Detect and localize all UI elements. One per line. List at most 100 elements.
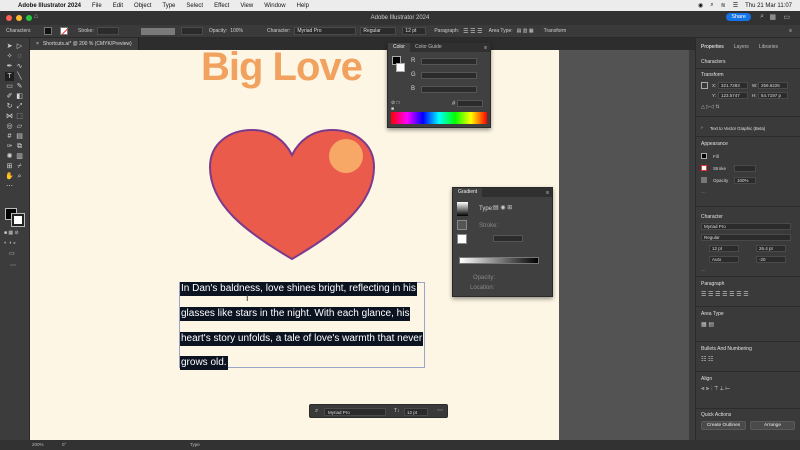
heart-shape[interactable] (206, 127, 378, 262)
character-size-field[interactable]: 12 pt (709, 245, 739, 252)
appearance-fill-swatch[interactable] (701, 153, 707, 159)
stroke-weight-field[interactable] (734, 165, 756, 172)
brush-definition[interactable] (180, 27, 203, 35)
color-spectrum[interactable] (391, 112, 487, 124)
symbol-sprayer-icon[interactable]: ✺ (5, 152, 14, 161)
graph-tool-icon[interactable]: ▥ (15, 152, 24, 161)
chevron-right-icon[interactable]: › (701, 125, 703, 131)
appearance-opacity-field[interactable]: 100% (734, 177, 756, 184)
channel-g-slider[interactable] (421, 72, 477, 79)
character-kerning-field[interactable]: Auto (709, 256, 739, 263)
gradient-reverse-icon[interactable] (457, 234, 467, 244)
gradient-tool-icon[interactable]: ▤ (15, 132, 24, 141)
font-size-field[interactable]: 12 pt (404, 408, 428, 416)
more-options-icon[interactable]: ⋯ (701, 268, 706, 274)
gradient-slider[interactable] (459, 257, 539, 264)
variable-width-profile[interactable] (140, 27, 175, 35)
opacity-value[interactable]: 100% (230, 28, 243, 34)
direct-selection-tool-icon[interactable]: ▷ (15, 42, 24, 51)
fill-swatch[interactable] (44, 27, 52, 35)
perspective-grid-icon[interactable]: ▱ (15, 122, 24, 131)
heart-highlight-circle[interactable] (329, 139, 363, 173)
none-white-black-swatches[interactable]: ⊘ □ ■ (391, 100, 403, 112)
eraser-icon[interactable]: ◧ (15, 92, 24, 101)
gradient-fill-stroke-icon[interactable] (457, 220, 467, 230)
character-style-field[interactable]: Regular (701, 234, 791, 241)
menu-view[interactable]: View (240, 3, 253, 9)
gradient-angle-field[interactable] (493, 235, 523, 242)
area-type-icons[interactable]: ▦ ▤ (701, 321, 714, 328)
slice-tool-icon[interactable]: ⌿ (15, 162, 24, 171)
control-center-icon[interactable]: ☰ (733, 2, 738, 9)
app-menu[interactable]: Adobe Illustrator 2024 (18, 3, 81, 9)
search-icon[interactable]: ⌕ (710, 2, 713, 9)
tab-color[interactable]: Color (388, 43, 410, 52)
y-field[interactable]: 123.5747 (718, 92, 748, 99)
magic-wand-icon[interactable]: ✧ (5, 52, 14, 61)
character-font-field[interactable]: Myriad Pro (701, 223, 791, 230)
paragraph-line-3[interactable]: heart's story unfolds, a tale of love's … (180, 332, 424, 346)
rotate-tool-icon[interactable]: ↻ (5, 102, 14, 111)
menu-select[interactable]: Select (186, 3, 203, 9)
appearance-opacity-label[interactable]: Opacity (713, 178, 728, 183)
shaper-tool-icon[interactable]: ✐ (5, 92, 14, 101)
bullets-icons[interactable]: ☷ ☷ (701, 356, 713, 363)
zoom-window-button[interactable] (26, 15, 32, 21)
menu-file[interactable]: File (92, 3, 102, 9)
text-to-vector-link[interactable]: Text to Vector Graphic (Beta) (710, 126, 765, 131)
paintbrush-icon[interactable]: ✎ (15, 82, 24, 91)
menu-object[interactable]: Object (134, 3, 151, 9)
rotate-flip-icons[interactable]: △ ▷◁ ⇅ (701, 104, 720, 110)
mesh-tool-icon[interactable]: # (5, 132, 14, 141)
font-family-field[interactable]: Myriad Pro (324, 408, 386, 416)
artboard-title[interactable]: Big Love (201, 45, 363, 90)
font-size-field[interactable]: 12 pt (402, 27, 427, 35)
close-tab-icon[interactable]: × (36, 41, 39, 47)
close-window-button[interactable] (6, 15, 12, 21)
color-mode-icons[interactable]: ■ ▦ ⊘ (4, 230, 26, 236)
align-icons[interactable]: ⫷ ⫸ ⫶ ⊤ ⊥ ⊢ (701, 386, 730, 393)
minimize-window-button[interactable] (16, 15, 22, 21)
gradient-type-buttons[interactable]: ▤ ◉ ⊞ (493, 204, 512, 211)
font-style-field[interactable]: Regular (360, 27, 397, 35)
area-type-icons[interactable]: ▤ ▥ ▦ (517, 28, 534, 34)
more-options-icon[interactable]: ⋯ (437, 407, 443, 414)
gradient-swatch[interactable] (457, 202, 468, 216)
tab-layers[interactable]: Layers (729, 44, 754, 54)
wifi-icon[interactable]: ≋ (721, 2, 726, 9)
scale-tool-icon[interactable]: ⤢ (15, 102, 24, 111)
arrange-button[interactable]: Arrange (750, 421, 795, 430)
more-options-icon[interactable]: ⋯ (701, 190, 706, 196)
menu-effect[interactable]: Effect (214, 3, 229, 9)
rectangle-tool-icon[interactable]: ▭ (5, 82, 14, 91)
paragraph-line-2[interactable]: glasses like stars in the night. With ea… (180, 307, 411, 321)
color-stroke-swatch[interactable] (396, 63, 405, 72)
channel-r-slider[interactable] (421, 58, 477, 65)
character-label[interactable]: Character: (267, 28, 290, 34)
paragraph-align-icons[interactable]: ☰ ☰ ☰ ☰ ☰ ☰ ☰ (701, 291, 749, 298)
zoom-tool-icon[interactable]: ⌕ (15, 172, 24, 181)
artboard-tool-icon[interactable]: ⊞ (5, 162, 14, 171)
appearance-stroke-swatch[interactable] (701, 165, 707, 171)
eyedropper-icon[interactable]: ✑ (5, 142, 14, 151)
paragraph-label[interactable]: Paragraph: (434, 28, 459, 34)
width-tool-icon[interactable]: ⋈ (5, 112, 14, 121)
font-family-field[interactable]: Myriad Pro (294, 27, 357, 35)
creative-cloud-icon[interactable]: ◉ (698, 2, 703, 9)
menu-window[interactable]: Window (264, 3, 285, 9)
paragraph-line-1[interactable]: In Dan's baldness, love shines bright, r… (180, 282, 417, 296)
shape-builder-icon[interactable]: ◎ (5, 122, 14, 131)
character-leading-field[interactable]: 26.4 pt (756, 245, 786, 252)
zoom-level[interactable]: 200% (32, 442, 44, 447)
reference-point-icon[interactable] (701, 82, 708, 89)
menu-type[interactable]: Type (162, 3, 175, 9)
edit-toolbar-icon[interactable]: ⋯ (5, 182, 14, 191)
lasso-icon[interactable]: ◌ (15, 52, 24, 61)
w-field[interactable]: 259.6226 (758, 82, 788, 89)
stroke-swatch[interactable] (60, 27, 69, 35)
screen-mode-icon[interactable]: ▭ (9, 250, 15, 257)
selection-tool-icon[interactable]: ➤ (5, 42, 14, 51)
tab-properties[interactable]: Properties (696, 44, 729, 54)
hex-field[interactable] (457, 100, 483, 107)
menu-help[interactable]: Help (297, 3, 309, 9)
